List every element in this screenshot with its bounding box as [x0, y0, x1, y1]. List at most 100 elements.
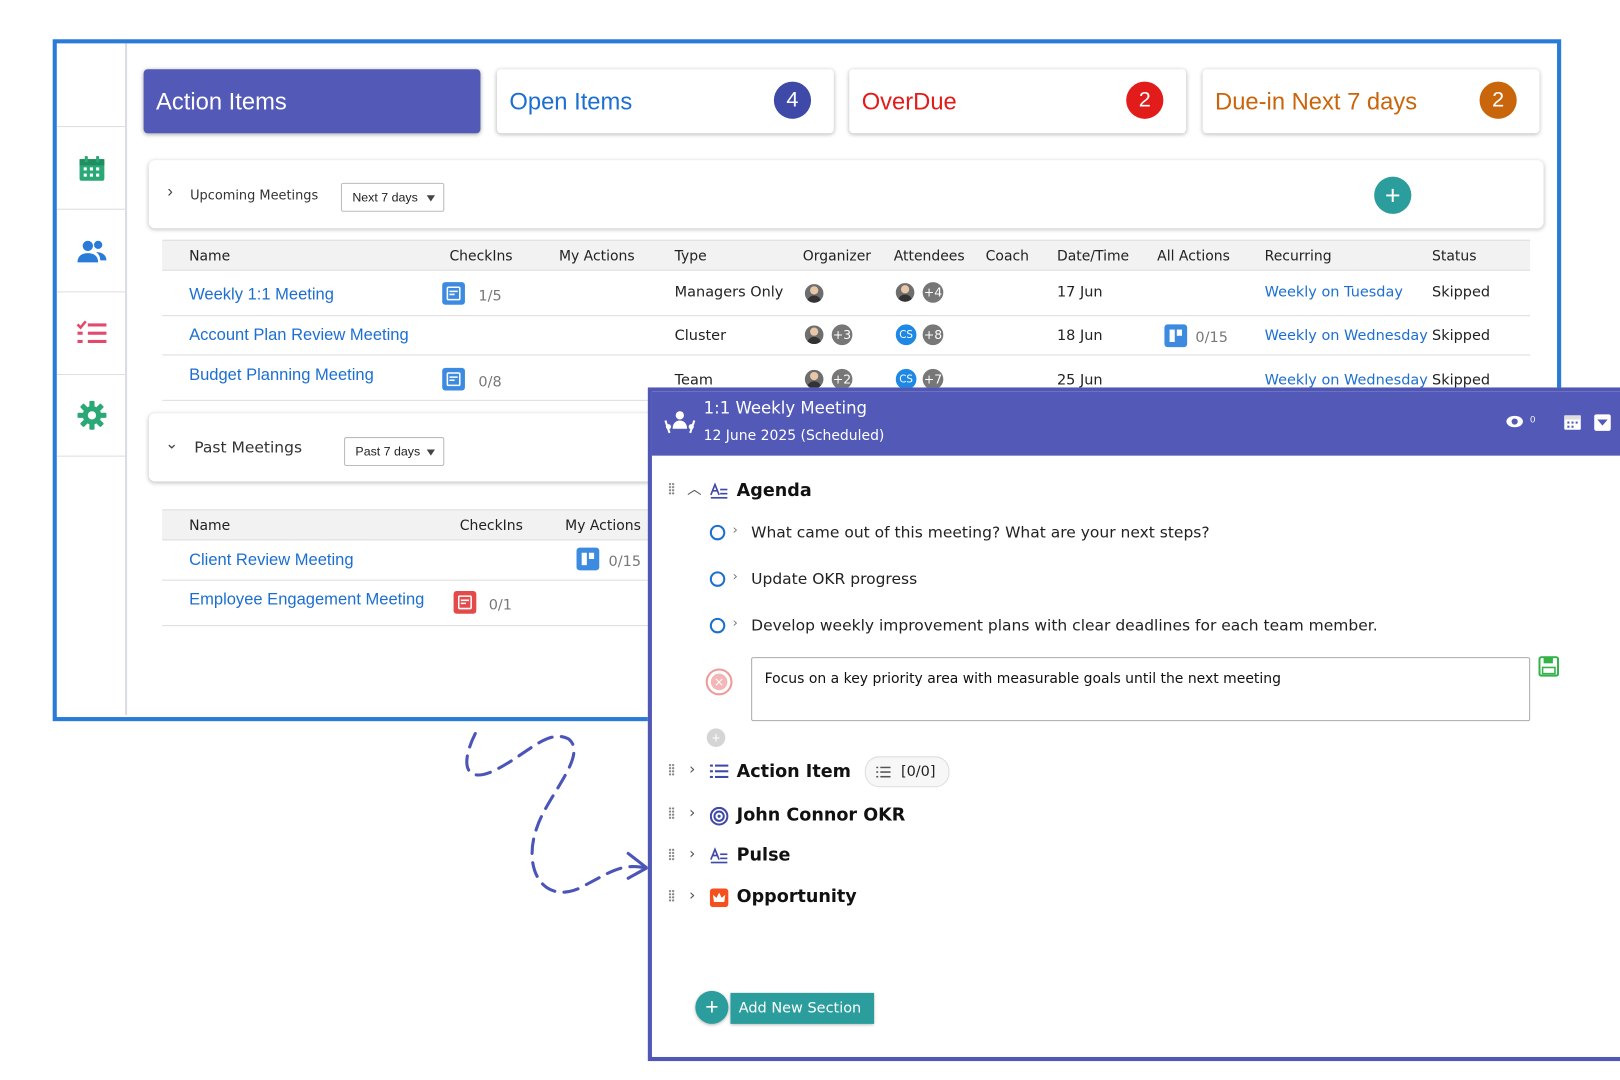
- table-row[interactable]: Employee Engagement Meeting 0/1: [162, 581, 700, 627]
- chevron-right-icon[interactable]: ›: [733, 616, 738, 631]
- recurring-link[interactable]: Weekly on Tuesday: [1265, 284, 1403, 301]
- calendar-small-icon[interactable]: [1563, 412, 1582, 436]
- sidebar: [56, 43, 128, 715]
- count-badge: 2: [1126, 81, 1164, 119]
- list-icon: [876, 766, 891, 777]
- chevron-right-icon[interactable]: ›: [689, 885, 695, 904]
- button-label: Add New Section: [738, 1000, 862, 1017]
- agenda-item[interactable]: Develop weekly improvement plans with cl…: [751, 616, 1378, 635]
- list-icon: [709, 764, 729, 778]
- col-all-actions: All Actions: [1157, 247, 1230, 265]
- meeting-logo-icon: [664, 411, 696, 434]
- section-title[interactable]: Pulse: [737, 845, 791, 866]
- board-icon[interactable]: [1164, 324, 1188, 348]
- card-action-items[interactable]: Action Items: [143, 69, 481, 134]
- meeting-detail-window: 1:1 Weekly Meeting 12 June 2025 (Schedul…: [647, 387, 1620, 1062]
- card-overdue[interactable]: OverDue 2: [849, 69, 1187, 134]
- meeting-name-link[interactable]: Budget Planning Meeting: [189, 367, 374, 386]
- checkins-count: 1/5: [478, 288, 502, 305]
- sidebar-item-calendar[interactable]: [56, 126, 128, 209]
- table-row[interactable]: Client Review Meeting 0/15: [162, 541, 700, 581]
- col-type: Type: [674, 247, 707, 265]
- upcoming-filter-select[interactable]: Next 7 days: [340, 182, 445, 212]
- chevron-right-icon[interactable]: ›: [689, 844, 695, 863]
- card-label: Action Items: [156, 87, 287, 115]
- status-text: Skipped: [1432, 284, 1491, 301]
- chevron-down-icon[interactable]: ⌄: [165, 434, 178, 453]
- agenda-item-checkbox[interactable]: [709, 524, 726, 541]
- recurring-link[interactable]: Weekly on Wednesday: [1265, 372, 1428, 389]
- checkin-icon[interactable]: [442, 367, 465, 391]
- status-text: Skipped: [1432, 371, 1491, 389]
- visibility-icon[interactable]: [1505, 414, 1528, 428]
- agenda-item-input-value: Focus on a key priority area with measur…: [764, 670, 1281, 688]
- past-table-header: Name CheckIns My Actions: [162, 509, 700, 541]
- drag-handle-icon[interactable]: [668, 806, 675, 820]
- table-row[interactable]: Weekly 1:1 Meeting 1/5 Managers Only +4 …: [162, 272, 1531, 317]
- checkins-count: 0/1: [488, 597, 512, 614]
- section-title[interactable]: Action Item: [737, 761, 851, 782]
- arrow-decoration: [465, 732, 650, 894]
- chevron-right-icon[interactable]: ›: [733, 523, 738, 538]
- meeting-title: 1:1 Weekly Meeting: [703, 397, 868, 418]
- meeting-name-link[interactable]: Weekly 1:1 Meeting: [189, 286, 334, 305]
- card-due-next-7-days[interactable]: Due-in Next 7 days 2: [1202, 69, 1540, 134]
- section-title[interactable]: Opportunity: [737, 886, 857, 907]
- dropdown-arrow-icon[interactable]: [1594, 414, 1611, 431]
- meeting-name-link[interactable]: Client Review Meeting: [189, 552, 353, 571]
- section-title[interactable]: John Connor OKR: [737, 805, 906, 826]
- meeting-name-link[interactable]: Employee Engagement Meeting: [189, 591, 424, 610]
- plus-icon[interactable]: +: [695, 990, 729, 1024]
- chevron-right-icon[interactable]: ›: [689, 803, 695, 822]
- chevron-right-icon[interactable]: ›: [167, 183, 173, 202]
- upcoming-meetings-title: Upcoming Meetings: [190, 187, 319, 203]
- chevron-right-icon[interactable]: ›: [733, 569, 738, 584]
- chevron-right-icon[interactable]: ›: [689, 759, 695, 778]
- sidebar-item-settings[interactable]: [56, 374, 128, 457]
- cancel-icon[interactable]: ×: [705, 668, 733, 696]
- meeting-subtitle: 12 June 2025 (Scheduled): [703, 427, 885, 445]
- plus-icon: +: [1384, 179, 1401, 211]
- organizer-more-badge[interactable]: +3: [829, 322, 855, 348]
- add-meeting-button[interactable]: +: [1374, 176, 1412, 214]
- gear-icon: [77, 400, 107, 430]
- agenda-item-input[interactable]: Focus on a key priority area with measur…: [751, 657, 1531, 722]
- calendar-icon: [79, 155, 105, 181]
- attendees-more-badge[interactable]: +8: [920, 322, 946, 348]
- target-icon: [709, 806, 729, 826]
- save-icon[interactable]: [1538, 656, 1560, 677]
- add-new-section-button[interactable]: Add New Section: [730, 992, 874, 1024]
- my-actions-count: 0/15: [608, 553, 642, 571]
- checkin-icon[interactable]: [453, 590, 477, 614]
- select-value: Past 7 days: [355, 444, 421, 459]
- sidebar-item-people[interactable]: [56, 208, 128, 292]
- attendees-more-badge[interactable]: +4: [920, 279, 946, 305]
- board-icon[interactable]: [576, 547, 600, 571]
- attendee-initials-badge: CS: [893, 322, 919, 348]
- all-actions-count: 0/15: [1195, 329, 1228, 347]
- meeting-type: Cluster: [674, 327, 727, 345]
- meeting-name-link[interactable]: Account Plan Review Meeting: [189, 326, 409, 345]
- add-agenda-item-button[interactable]: +: [706, 728, 726, 748]
- card-label: Due-in Next 7 days: [1215, 87, 1418, 115]
- agenda-item-checkbox[interactable]: [709, 571, 726, 587]
- drag-handle-icon[interactable]: [668, 763, 675, 776]
- sidebar-item-tasks[interactable]: [56, 291, 128, 374]
- status-text: Skipped: [1432, 327, 1491, 345]
- table-row[interactable]: Account Plan Review Meeting Cluster +3 C…: [162, 316, 1531, 356]
- badge-text: [0/0]: [900, 763, 936, 781]
- agenda-item-checkbox[interactable]: [709, 617, 726, 634]
- drag-handle-icon[interactable]: [668, 889, 675, 902]
- agenda-item[interactable]: Update OKR progress: [751, 569, 917, 588]
- recurring-link[interactable]: Weekly on Wednesday: [1265, 328, 1428, 345]
- drag-handle-icon[interactable]: [668, 482, 675, 495]
- checkin-icon[interactable]: [442, 282, 465, 305]
- card-open-items[interactable]: Open Items 4: [496, 69, 834, 134]
- chevron-up-icon[interactable]: ︿: [687, 478, 701, 499]
- action-item-count-badge[interactable]: [0/0]: [864, 756, 950, 788]
- agenda-item[interactable]: What came out of this meeting? What are …: [751, 523, 1209, 542]
- drag-handle-icon[interactable]: [668, 848, 675, 861]
- meeting-date: 18 Jun: [1056, 327, 1103, 345]
- col-my-actions: My Actions: [565, 517, 641, 535]
- past-filter-select[interactable]: Past 7 days: [344, 437, 445, 466]
